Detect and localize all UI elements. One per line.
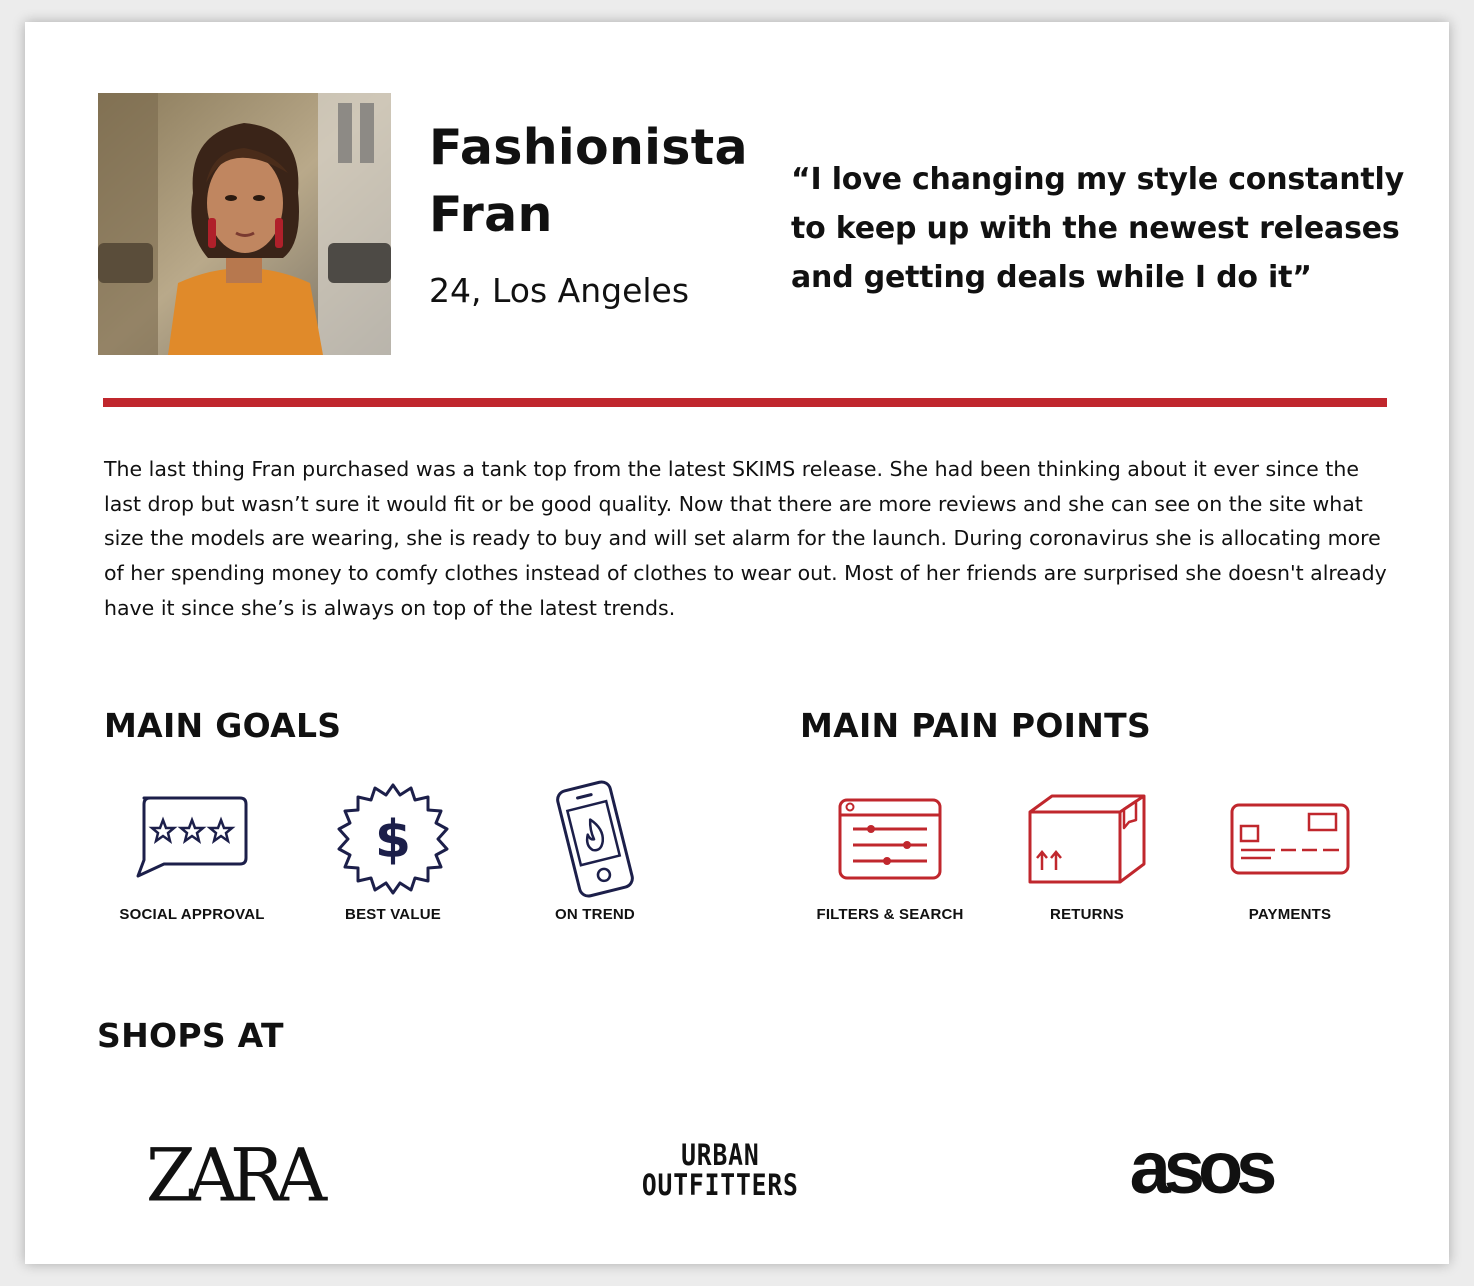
persona-age-location: 24, Los Angeles bbox=[429, 271, 690, 310]
persona-card: Fashionista Fran 24, Los Angeles “I love… bbox=[25, 22, 1449, 1264]
persona-bio: The last thing Fran purchased was a tank… bbox=[104, 457, 1387, 620]
brand-zara-logo: ZARA bbox=[137, 1130, 327, 1220]
goals-title: MAIN GOALS bbox=[104, 706, 342, 745]
pain-payments: PAYMENTS bbox=[1190, 774, 1390, 923]
dollar-badge-icon: $ bbox=[337, 783, 449, 895]
shops-title: SHOPS AT bbox=[97, 1016, 284, 1055]
goal-on-trend: ON TREND bbox=[495, 774, 695, 923]
pain-label: FILTERS & SEARCH bbox=[816, 906, 964, 923]
pain-filters-search: FILTERS & SEARCH bbox=[790, 774, 990, 923]
goal-label: BEST VALUE bbox=[345, 906, 441, 923]
zara-logo-text: ZARA bbox=[145, 1132, 327, 1218]
pain-returns: RETURNS bbox=[987, 774, 1187, 923]
goal-best-value: $ BEST VALUE bbox=[293, 774, 493, 923]
persona-name: Fashionista Fran bbox=[429, 114, 769, 248]
urban-outfitters-logo-text: URBAN OUTFITTERS bbox=[642, 1140, 799, 1200]
uo-line1: URBAN bbox=[680, 1138, 760, 1172]
speech-bubble-stars-icon bbox=[136, 796, 248, 878]
svg-text:$: $ bbox=[375, 810, 411, 870]
brand-asos-logo: asos bbox=[1095, 1122, 1305, 1212]
goal-label: ON TREND bbox=[555, 906, 635, 923]
brand-urban-outfitters-logo: URBAN OUTFITTERS bbox=[615, 1130, 825, 1210]
persona-name-line2: Fran bbox=[429, 186, 553, 243]
sliders-window-icon bbox=[838, 798, 942, 880]
box-icon bbox=[1028, 794, 1146, 884]
goal-label: SOCIAL APPROVAL bbox=[119, 906, 265, 923]
section-divider bbox=[103, 398, 1387, 407]
pain-label: PAYMENTS bbox=[1248, 906, 1332, 923]
phone-flame-icon bbox=[556, 780, 634, 898]
uo-line2: OUTFITTERS bbox=[641, 1168, 799, 1202]
persona-quote: “I love changing my style constantly to … bbox=[791, 162, 1404, 295]
pain-points-title: MAIN PAIN POINTS bbox=[800, 706, 1152, 745]
pain-label: RETURNS bbox=[1050, 906, 1124, 923]
portrait-image bbox=[98, 93, 391, 355]
credit-card-icon bbox=[1230, 803, 1350, 875]
goal-social-approval: SOCIAL APPROVAL bbox=[92, 774, 292, 923]
persona-name-line1: Fashionista bbox=[429, 119, 748, 176]
asos-logo-text: asos bbox=[1129, 1125, 1278, 1209]
persona-photo bbox=[98, 93, 391, 355]
